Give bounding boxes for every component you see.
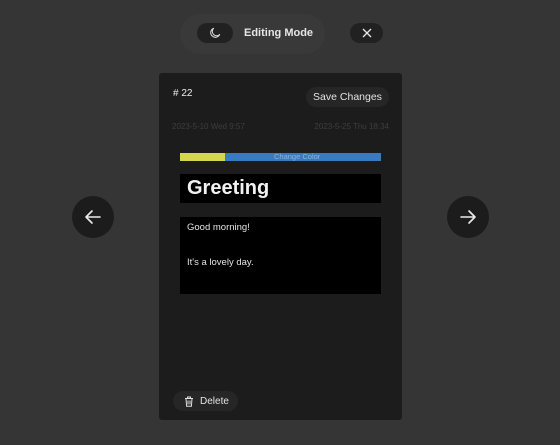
close-icon	[362, 28, 371, 38]
trash-icon	[185, 396, 193, 407]
note-title: Greeting	[187, 177, 270, 199]
note-number: # 22	[173, 88, 193, 99]
color-swatch	[180, 153, 225, 161]
moon-icon	[210, 27, 221, 38]
note-body-field[interactable]: Good morning! It's a lovely day.	[180, 217, 381, 294]
arrow-left-icon	[85, 210, 101, 224]
save-changes-button[interactable]: Save Changes	[306, 87, 389, 107]
next-note-button[interactable]	[447, 196, 489, 238]
delete-label: Delete	[200, 395, 229, 407]
created-date: 2023-5-10 Wed 9:57	[172, 122, 245, 131]
change-color-label: Change Color	[274, 152, 321, 161]
modified-date: 2023-5-25 Thu 18:34	[314, 122, 389, 131]
close-button[interactable]	[350, 23, 383, 43]
theme-toggle-button[interactable]	[197, 23, 233, 43]
body-line: It's a lovely day.	[187, 257, 254, 268]
previous-note-button[interactable]	[72, 196, 114, 238]
note-card: # 22 Save Changes 2023-5-10 Wed 9:57 202…	[159, 73, 402, 420]
body-line: Good morning!	[187, 222, 250, 233]
change-color-bar[interactable]: Change Color	[180, 152, 381, 161]
arrow-right-icon	[460, 210, 476, 224]
note-title-field[interactable]: Greeting	[180, 174, 381, 203]
mode-label: Editing Mode	[244, 27, 314, 39]
delete-button[interactable]: Delete	[173, 391, 238, 411]
